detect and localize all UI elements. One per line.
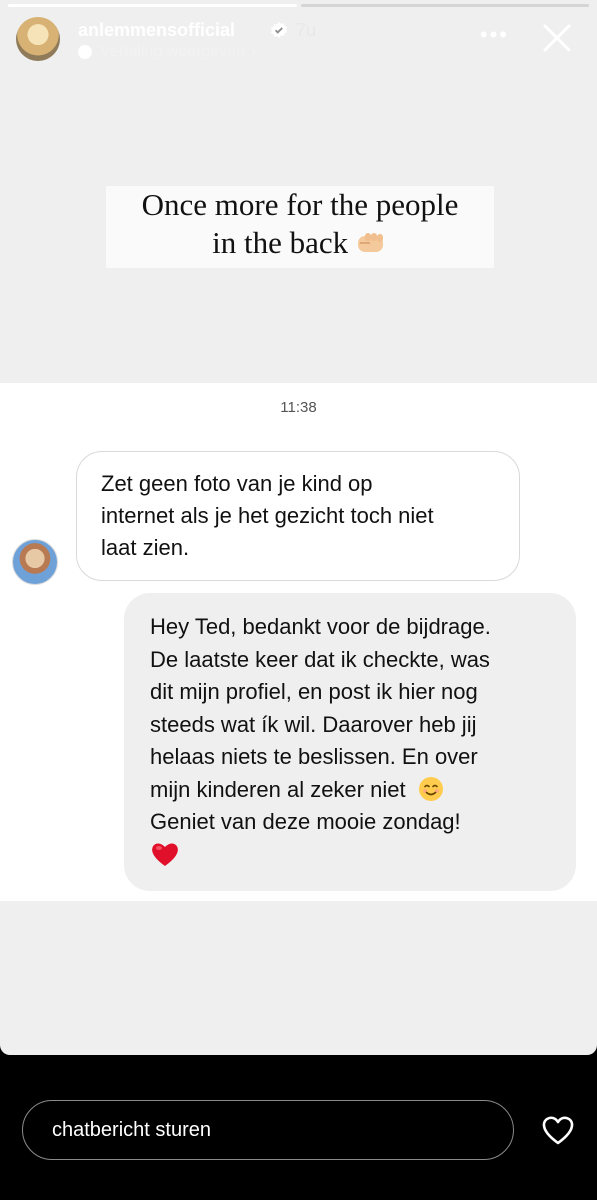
composer-placeholder: chatbericht sturen — [52, 1118, 211, 1141]
username[interactable]: anlemmensofficial — [78, 20, 235, 41]
more-options-button[interactable]: ••• — [480, 22, 509, 48]
smile-emoji-icon — [418, 776, 443, 801]
verified-badge-icon — [270, 21, 288, 39]
story-frame: anlemmensofficial 7u Vertaling weergeven… — [0, 0, 597, 1055]
caption-line-1: Once more for the people — [141, 187, 459, 222]
translate-link[interactable]: Vertaling weergeven › — [100, 43, 256, 61]
outgoing-line-4: steeds wat ík wil. Daarover heb jij — [150, 711, 477, 737]
outgoing-line-6-wrap: mijn kinderen al zeker niet — [150, 774, 550, 807]
heart-outline-icon[interactable] — [541, 1115, 575, 1147]
incoming-line-3: laat zien. — [101, 535, 190, 560]
outgoing-line-7: Geniet van deze mooie zondag! — [150, 809, 461, 834]
sender-avatar — [12, 539, 58, 585]
story-progress — [8, 4, 589, 7]
red-heart-emoji-icon — [152, 842, 178, 866]
outgoing-line-1: Hey Ted, bedankt voor de bijdrage. — [150, 614, 491, 639]
incoming-message-bubble: Zet geen foto van je kind op internet al… — [76, 451, 520, 581]
chevron-right-icon: › — [250, 43, 257, 60]
story-caption: Once more for the people in the back — [106, 186, 494, 268]
story-header: anlemmensofficial 7u Vertaling weergeven… — [14, 14, 583, 64]
close-icon[interactable] — [541, 22, 573, 54]
profile-avatar[interactable] — [16, 17, 60, 61]
caption-line-2-wrap: in the back — [212, 224, 388, 262]
outgoing-line-2: De laatste keer dat ik checkte, was — [150, 646, 490, 672]
dm-screenshot: 11:38 Zet geen foto van je kind op inter… — [0, 383, 597, 901]
progress-segment — [300, 4, 589, 7]
outgoing-message-bubble: Hey Ted, bedankt voor de bijdrage. De la… — [124, 593, 576, 891]
message-timestamp: 11:38 — [280, 399, 317, 416]
fist-emoji-icon — [357, 233, 383, 252]
outgoing-line-5: helaas niets te beslissen. En over — [150, 744, 478, 769]
progress-segment — [8, 4, 297, 7]
translate-label: Vertaling weergeven — [100, 43, 245, 60]
incoming-line-1: Zet geen foto van je kind op — [101, 471, 373, 496]
translate-icon — [78, 45, 92, 59]
caption-line-2: in the back — [212, 225, 349, 260]
outgoing-line-3: dit mijn profiel, en post ik hier nog — [150, 679, 478, 704]
post-time: 7u — [296, 20, 317, 40]
message-composer[interactable]: chatbericht sturen — [22, 1100, 514, 1160]
incoming-line-2: internet als je het gezicht toch niet — [101, 503, 434, 528]
outgoing-line-6: mijn kinderen al zeker niet — [150, 776, 406, 802]
